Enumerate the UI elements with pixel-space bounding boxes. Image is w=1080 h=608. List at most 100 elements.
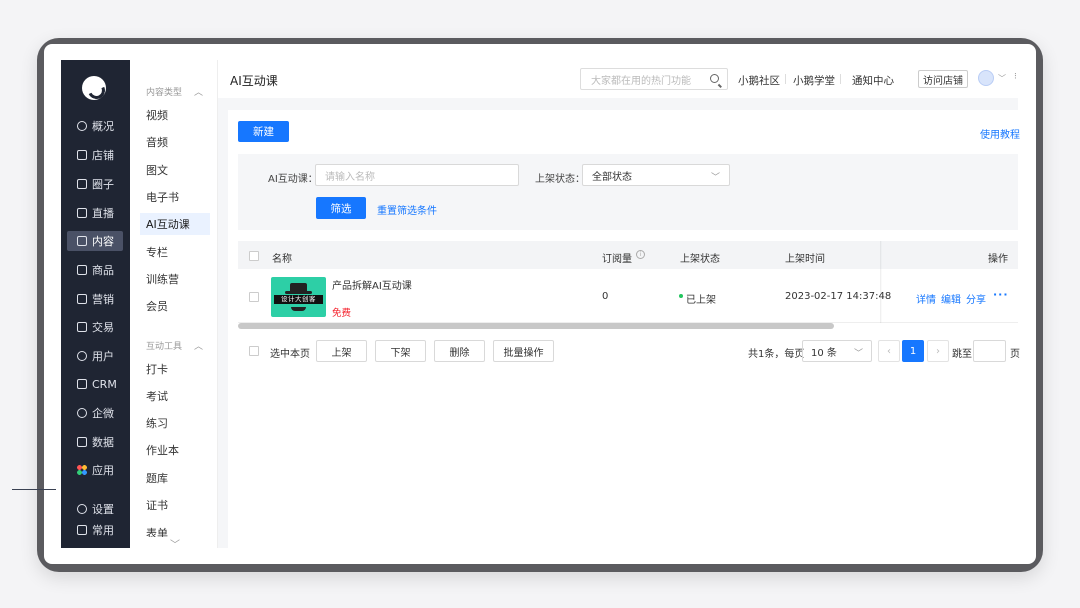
status-filter-label: 上架状态：: [535, 174, 585, 185]
notification-center-link[interactable]: 通知中心: [852, 73, 894, 88]
chevron-down-icon: ﹀: [853, 349, 863, 359]
search-input[interactable]: 大家都在用的热门功能: [580, 68, 728, 90]
filter-button[interactable]: 筛选: [316, 197, 366, 219]
new-button[interactable]: 新建: [238, 121, 289, 142]
row-checkbox[interactable]: [249, 292, 259, 302]
info-icon[interactable]: i: [636, 250, 645, 259]
search-placeholder: 大家都在用的热门功能: [591, 75, 691, 87]
nav-item-5[interactable]: 商品: [67, 260, 123, 280]
community-link[interactable]: 小鹅社区: [738, 73, 780, 88]
prev-page-button[interactable]: ‹: [878, 340, 900, 362]
detail-link[interactable]: 详情: [916, 291, 936, 306]
wecom-icon: [77, 408, 87, 418]
live-icon: [77, 208, 87, 218]
user-icon: [77, 351, 87, 361]
nav-item-label: 概况: [92, 120, 114, 133]
nav-item-0[interactable]: 概况: [67, 116, 123, 136]
submenu-item[interactable]: 会员: [140, 295, 210, 317]
page-1-button[interactable]: 1: [902, 340, 924, 362]
nav-item-9[interactable]: CRM: [67, 374, 123, 394]
name-filter-input[interactable]: 请输入名称: [315, 164, 519, 186]
search-icon[interactable]: [710, 74, 719, 83]
chevron-up-icon: ︿: [194, 342, 204, 352]
nav-divider: [12, 489, 56, 490]
column-name: 名称: [272, 254, 292, 265]
submenu-item[interactable]: 题库: [140, 467, 210, 489]
nav-item-3[interactable]: 直播: [67, 203, 123, 223]
submenu-item[interactable]: 作业本: [140, 439, 210, 461]
nav-item-label: 直播: [92, 207, 114, 220]
submenu-item[interactable]: 证书: [140, 494, 210, 516]
course-name[interactable]: 产品拆解AI互动课: [332, 277, 412, 292]
nav-item-label: 内容: [92, 235, 114, 248]
page-title: AI互动课: [230, 74, 278, 88]
unpublish-button[interactable]: 下架: [375, 340, 426, 362]
thumbnail-text: 设计大创客: [274, 295, 323, 304]
batch-action-button[interactable]: 批量操作: [493, 340, 554, 362]
academy-link[interactable]: 小鹅学堂: [793, 73, 835, 88]
horizontal-scrollbar[interactable]: [238, 323, 834, 329]
page-size-select[interactable]: 10 条 ﹀: [802, 340, 872, 362]
submenu-item[interactable]: 专栏: [140, 241, 210, 263]
jump-page-input[interactable]: [973, 340, 1006, 362]
edit-link[interactable]: 编辑: [941, 291, 961, 306]
nav-item-8[interactable]: 用户: [67, 346, 123, 366]
submenu-item[interactable]: 打卡: [140, 358, 210, 380]
chevron-down-icon[interactable]: ﹀: [170, 536, 180, 551]
submenu-item[interactable]: 音频: [140, 131, 210, 153]
favorites-icon: [77, 525, 87, 535]
visit-store-button[interactable]: 访问店铺: [918, 70, 968, 88]
column-subscriptions: 订阅量: [602, 254, 632, 265]
jump-label: 跳至: [952, 349, 972, 360]
select-page-checkbox[interactable]: [249, 346, 259, 356]
share-link[interactable]: 分享: [966, 291, 986, 306]
submenu-group-content-types[interactable]: 内容类型 ︿: [146, 85, 203, 98]
nav-item-1[interactable]: 店铺: [67, 145, 123, 165]
nav-item-13[interactable]: 设置: [67, 499, 123, 519]
submenu-item[interactable]: 图文: [140, 159, 210, 181]
nav-item-6[interactable]: 营销: [67, 289, 123, 309]
reset-filter-link[interactable]: 重置筛选条件: [377, 202, 437, 217]
app-logo[interactable]: [82, 76, 106, 100]
submenu-item[interactable]: 电子书: [140, 186, 210, 208]
submenu-item[interactable]: 训练营: [140, 268, 210, 290]
crm-icon: [77, 379, 87, 389]
select-all-checkbox[interactable]: [249, 251, 259, 261]
next-page-button[interactable]: ›: [927, 340, 949, 362]
nav-item-7[interactable]: 交易: [67, 317, 123, 337]
submenu-group-interactive-tools[interactable]: 互动工具 ︿: [146, 339, 203, 352]
chevron-down-icon[interactable]: ﹀: [998, 73, 1006, 84]
submenu-item[interactable]: 表单: [140, 521, 210, 537]
nav-item-11[interactable]: 数据: [67, 432, 123, 452]
nav-item-2[interactable]: 圈子: [67, 174, 123, 194]
submenu-item[interactable]: 考试: [140, 385, 210, 407]
divider: [785, 74, 786, 84]
submenu-item[interactable]: 视频: [140, 104, 210, 126]
chevron-down-icon: ﹀: [710, 173, 720, 183]
course-thumbnail[interactable]: 设计大创客: [271, 277, 326, 317]
status-filter-value: 全部状态: [592, 171, 632, 183]
nav-item-label: 数据: [92, 436, 114, 449]
nav-item-label: 店铺: [92, 149, 114, 162]
more-icon[interactable]: ⁝: [1014, 72, 1017, 82]
nav-item-label: 常用: [92, 524, 114, 537]
publish-button[interactable]: 上架: [316, 340, 367, 362]
nav-item-10[interactable]: 企微: [67, 403, 123, 423]
pie-chart-icon: [77, 121, 87, 131]
nav-item-4[interactable]: 内容: [67, 231, 123, 251]
course-price: 免费: [332, 308, 352, 319]
tutorial-link[interactable]: 使用教程: [980, 126, 1020, 141]
nav-item-12[interactable]: 应用: [67, 460, 123, 480]
page-suffix: 页: [1010, 349, 1020, 360]
nav-item-14[interactable]: 常用: [67, 520, 123, 540]
more-actions-icon[interactable]: ···: [993, 288, 1009, 301]
avatar[interactable]: [978, 70, 994, 86]
nav-item-label: 应用: [92, 464, 114, 477]
delete-button[interactable]: 删除: [434, 340, 485, 362]
nav-item-label: 交易: [92, 321, 114, 334]
submenu-item[interactable]: 练习: [140, 412, 210, 434]
data-icon: [77, 437, 87, 447]
megaphone-icon: [77, 294, 87, 304]
submenu-item[interactable]: AI互动课: [140, 213, 210, 235]
status-filter-select[interactable]: 全部状态 ﹀: [582, 164, 730, 186]
